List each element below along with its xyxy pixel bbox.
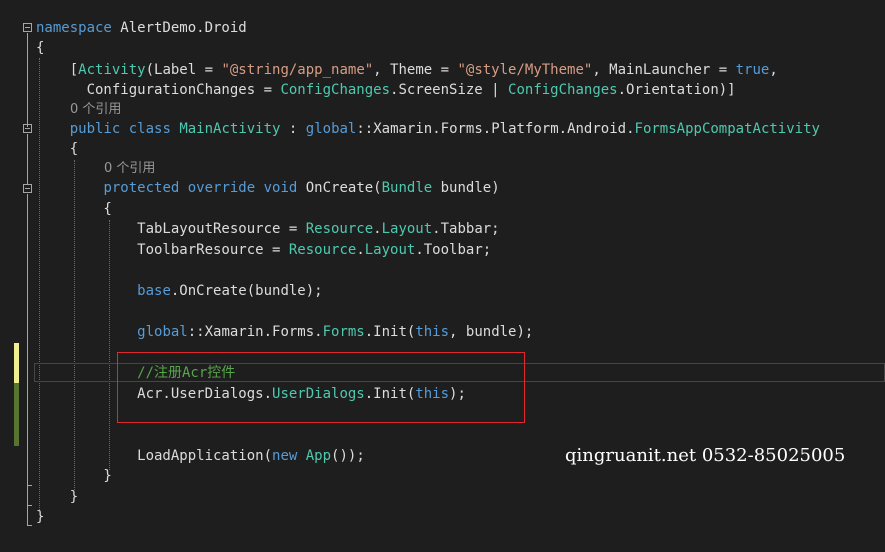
code-line[interactable]: { xyxy=(36,139,78,159)
codelens-method-references[interactable]: 0 个引用 xyxy=(104,160,155,178)
code-token: .Toolbar; xyxy=(415,242,492,258)
outline-end-namespace xyxy=(27,525,32,526)
code-token: "@string/app_name" xyxy=(221,62,374,78)
code-token: .OnCreate(bundle); xyxy=(170,283,323,299)
code-token: } xyxy=(36,489,79,505)
code-token: . xyxy=(356,242,365,258)
code-token: { xyxy=(36,40,45,56)
code-line[interactable]: { xyxy=(36,199,112,219)
code-token: .Tabbar; xyxy=(432,221,500,237)
code-token: ConfigChanges xyxy=(280,82,391,98)
collapse-class-icon[interactable] xyxy=(23,124,32,133)
code-editor[interactable]: 0 个引用 0 个引用 namespace AlertDemo.Droid { … xyxy=(0,0,885,552)
code-token: true xyxy=(735,62,770,78)
code-token: ()); xyxy=(331,448,365,464)
outline-line-namespace xyxy=(27,33,28,127)
code-token: global xyxy=(137,324,188,340)
code-line[interactable]: LoadApplication(new App()); xyxy=(36,446,365,466)
code-token: Resource xyxy=(288,242,357,258)
code-token: Bundle xyxy=(381,180,433,196)
code-token: ::Xamarin.Forms.Platform.Android. xyxy=(356,121,635,137)
code-line[interactable]: ToolbarResource = Resource.Layout.Toolba… xyxy=(36,240,491,260)
code-token: , MainLauncher = xyxy=(592,62,736,78)
code-token: class xyxy=(128,121,171,137)
editor-margin xyxy=(0,0,22,552)
code-token: .Orientation)] xyxy=(617,82,736,98)
code-token: FormsAppCompatActivity xyxy=(634,121,820,137)
code-token: base xyxy=(137,283,171,299)
collapse-namespace-icon[interactable] xyxy=(23,23,32,32)
code-line[interactable]: [Activity(Label = "@string/app_name", Th… xyxy=(36,60,778,80)
code-token: . xyxy=(373,221,382,237)
code-token: MainActivity xyxy=(179,121,281,137)
code-line[interactable]: } xyxy=(36,507,44,527)
code-token: global xyxy=(305,121,357,137)
outline-line-method xyxy=(27,194,28,525)
code-token: public xyxy=(69,121,121,137)
code-line[interactable]: global::Xamarin.Forms.Forms.Init(this, b… xyxy=(36,322,533,342)
code-token: protected xyxy=(103,180,180,196)
code-token: : xyxy=(280,121,306,137)
code-line[interactable]: TabLayoutResource = Resource.Layout.Tabb… xyxy=(36,219,500,239)
code-line[interactable]: } xyxy=(36,487,78,507)
code-token: [ xyxy=(36,62,79,78)
code-token: Layout xyxy=(381,221,433,237)
code-token: Layout xyxy=(364,242,416,258)
code-token: .ScreenSize | xyxy=(390,82,509,98)
code-token: , xyxy=(769,62,778,78)
code-token: namespace xyxy=(36,20,112,36)
code-token: , Theme = xyxy=(373,62,458,78)
code-token: new xyxy=(272,448,298,464)
outline-end-class xyxy=(27,505,32,506)
code-token: void xyxy=(263,180,298,196)
code-token: ::Xamarin.Forms. xyxy=(187,324,323,340)
code-line[interactable]: namespace AlertDemo.Droid xyxy=(36,18,247,38)
code-token: Resource xyxy=(305,221,374,237)
code-token: ConfigChanges xyxy=(508,82,618,98)
codelens-class-references[interactable]: 0 个引用 xyxy=(70,101,121,119)
code-token: LoadApplication( xyxy=(36,448,273,464)
code-token: "@style/MyTheme" xyxy=(457,62,593,78)
outline-end-method xyxy=(27,485,32,486)
code-token: .Init( xyxy=(364,324,416,340)
code-line[interactable]: protected override void OnCreate(Bundle … xyxy=(36,178,500,198)
change-bar-unsaved xyxy=(14,343,19,383)
code-line[interactable]: ConfigurationChanges = ConfigChanges.Scr… xyxy=(36,80,736,100)
code-token: Activity xyxy=(78,62,146,78)
code-token: AlertDemo.Droid xyxy=(111,20,247,36)
code-token: { xyxy=(36,201,112,217)
code-token: } xyxy=(36,468,112,484)
code-token: this xyxy=(415,324,450,340)
code-token: OnCreate( xyxy=(297,180,382,196)
code-token: override xyxy=(187,180,256,196)
code-line[interactable]: { xyxy=(36,38,44,58)
code-line[interactable]: base.OnCreate(bundle); xyxy=(36,281,323,301)
red-highlight-box xyxy=(117,352,525,423)
code-token: , bundle); xyxy=(449,324,534,340)
code-token: Forms xyxy=(322,324,365,340)
code-token: } xyxy=(36,509,45,525)
code-line[interactable]: } xyxy=(36,466,112,486)
code-token: App xyxy=(305,448,332,464)
code-token: (Label = xyxy=(145,62,222,78)
collapse-method-icon[interactable] xyxy=(23,184,32,193)
code-token: ToolbarResource = xyxy=(36,242,289,258)
code-line[interactable]: public class MainActivity : global::Xama… xyxy=(36,119,820,139)
code-token: ConfigurationChanges = xyxy=(36,82,281,98)
code-token: { xyxy=(36,141,79,157)
change-bar-saved xyxy=(14,383,19,446)
watermark-text: qingruanit.net 0532-85025005 xyxy=(565,445,846,466)
outline-line-class xyxy=(27,134,28,184)
code-token: TabLayoutResource = xyxy=(36,221,306,237)
code-token: bundle) xyxy=(432,180,500,196)
